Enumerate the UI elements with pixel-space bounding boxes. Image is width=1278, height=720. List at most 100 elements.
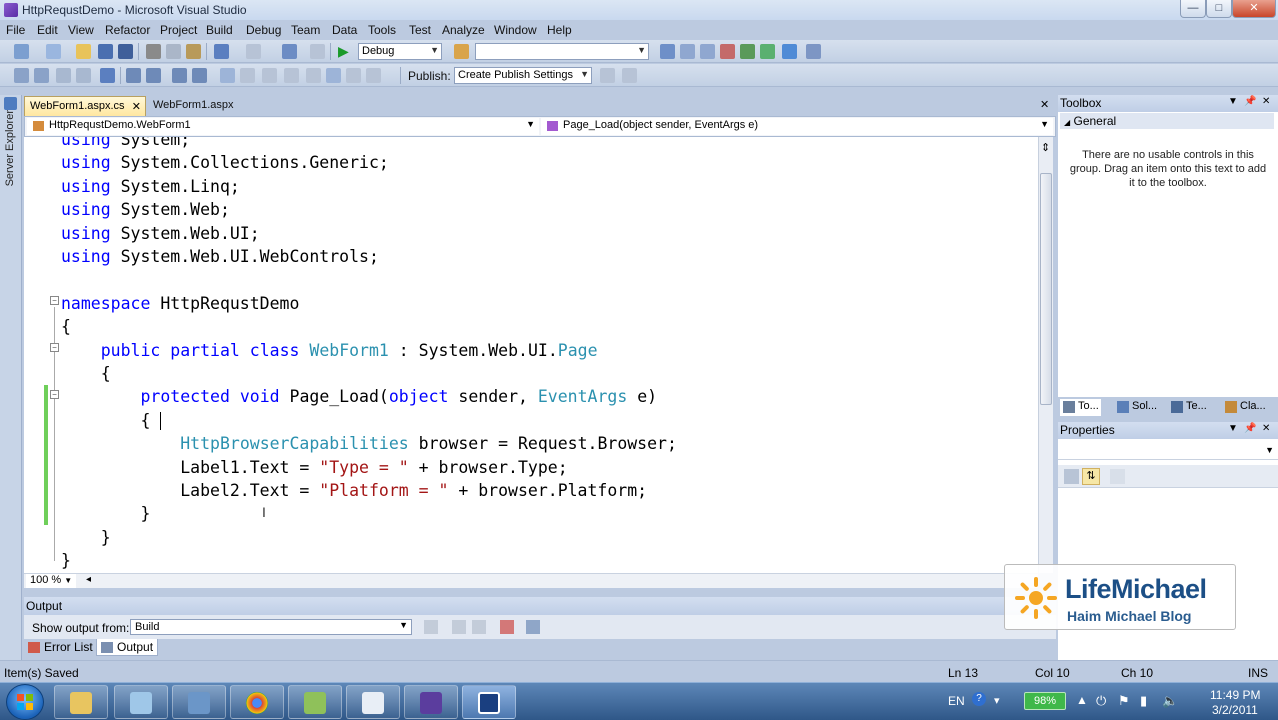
- taskbar-visual-studio[interactable]: [404, 685, 458, 719]
- pin-icon[interactable]: 📌: [1244, 96, 1256, 107]
- menu-build[interactable]: Build: [206, 23, 233, 37]
- tab-webform1-aspx[interactable]: WebForm1.aspx: [148, 96, 244, 116]
- start-button[interactable]: [6, 684, 44, 720]
- start-page-icon[interactable]: [760, 44, 775, 59]
- taskbar-project[interactable]: [288, 685, 342, 719]
- network-icon[interactable]: ▮: [1140, 693, 1147, 709]
- publish-web-icon[interactable]: [600, 68, 615, 83]
- server-explorer-icon[interactable]: [4, 97, 17, 110]
- taskbar-vs-active[interactable]: [462, 685, 516, 719]
- close-icon[interactable]: ✕: [1262, 423, 1270, 434]
- menu-view[interactable]: View: [68, 23, 94, 37]
- menu-window[interactable]: Window: [494, 23, 537, 37]
- clock-time[interactable]: 11:49 PM: [1210, 688, 1260, 702]
- extension-manager-icon[interactable]: [782, 44, 797, 59]
- scroll-left-icon[interactable]: ◂: [86, 574, 91, 585]
- power-icon[interactable]: ⏻: [1096, 693, 1106, 709]
- add-item-icon[interactable]: [46, 44, 61, 59]
- word-wrap-icon[interactable]: [526, 620, 540, 634]
- increase-indent-icon[interactable]: [146, 68, 161, 83]
- flag-icon[interactable]: ⚑: [1118, 693, 1130, 709]
- menu-help[interactable]: Help: [547, 23, 572, 37]
- menu-debug[interactable]: Debug: [246, 23, 281, 37]
- uncomment-lines-icon[interactable]: [192, 68, 207, 83]
- prev-bookmark-icon[interactable]: [240, 68, 255, 83]
- solution-explorer-icon[interactable]: [680, 44, 695, 59]
- show-hidden-icons-icon[interactable]: ▲: [1076, 693, 1088, 707]
- bookmark-icon[interactable]: [220, 68, 235, 83]
- split-icon[interactable]: ⇕: [1041, 141, 1050, 154]
- format-icon[interactable]: [14, 68, 29, 83]
- vertical-scrollbar[interactable]: ⇕: [1038, 137, 1053, 573]
- chevron-down-icon[interactable]: ▾: [994, 694, 1000, 707]
- tab-output[interactable]: Output: [96, 639, 159, 656]
- open-file-icon[interactable]: [76, 44, 91, 59]
- volume-icon[interactable]: 🔈: [1162, 693, 1178, 709]
- next-message-icon[interactable]: [472, 620, 486, 634]
- clear-bookmarks-icon[interactable]: [326, 68, 341, 83]
- properties-window-icon[interactable]: [700, 44, 715, 59]
- toolbox-group-general[interactable]: ◢ General: [1060, 113, 1274, 129]
- text-icon[interactable]: [76, 68, 91, 83]
- decrease-indent-icon[interactable]: [126, 68, 141, 83]
- window-position-icon[interactable]: ▼: [1228, 423, 1238, 434]
- minimize-button[interactable]: —: [1180, 0, 1206, 18]
- indent-icon[interactable]: [34, 68, 49, 83]
- member-dropdown[interactable]: Page_Load(object sender, EventArgs e) ▼: [541, 118, 1053, 135]
- menu-team[interactable]: Team: [291, 23, 320, 37]
- publish-settings-select[interactable]: Create Publish Settings ▼: [454, 67, 592, 84]
- find-message-icon[interactable]: [424, 620, 438, 634]
- server-explorer-tab[interactable]: Server Explorer: [1, 110, 20, 200]
- redo-icon[interactable]: [246, 44, 261, 59]
- taskbar-explorer[interactable]: [54, 685, 108, 719]
- taskbar-chrome[interactable]: [230, 685, 284, 719]
- solution-platform-icon[interactable]: [454, 44, 469, 59]
- navigate-forward-icon[interactable]: [310, 44, 325, 59]
- tab-class-view[interactable]: Cla...: [1222, 399, 1268, 416]
- menu-tools[interactable]: Tools: [368, 23, 396, 37]
- collapse-icon[interactable]: −: [50, 390, 59, 399]
- menu-project[interactable]: Project: [160, 23, 197, 37]
- close-document-icon[interactable]: ✕: [1040, 98, 1049, 111]
- output-source-select[interactable]: Build ▼: [130, 619, 412, 635]
- menu-refactor[interactable]: Refactor: [105, 23, 150, 37]
- collapse-icon[interactable]: −: [50, 296, 59, 305]
- navigate-backward-icon[interactable]: [282, 44, 297, 59]
- window-position-icon[interactable]: ▼: [1228, 96, 1238, 107]
- tab-toolbox[interactable]: To...: [1060, 399, 1101, 416]
- prev-message-icon[interactable]: [452, 620, 466, 634]
- tab-solution-explorer[interactable]: Sol...: [1114, 399, 1159, 416]
- taskbar-notepad[interactable]: [114, 685, 168, 719]
- close-button[interactable]: ✕: [1232, 0, 1276, 18]
- alphabetical-sort-icon[interactable]: ⇅: [1082, 468, 1100, 485]
- save-all-icon[interactable]: [118, 44, 133, 59]
- tab-team-explorer[interactable]: Te...: [1168, 399, 1209, 416]
- battery-indicator[interactable]: 98%: [1024, 692, 1066, 710]
- comment-icon[interactable]: [100, 68, 115, 83]
- menu-data[interactable]: Data: [332, 23, 357, 37]
- class-dropdown[interactable]: HttpRequstDemo.WebForm1 ▼: [27, 118, 539, 135]
- categorized-icon[interactable]: [1064, 469, 1079, 484]
- close-icon[interactable]: ✕: [1262, 96, 1270, 107]
- toolbox-icon[interactable]: [740, 44, 755, 59]
- start-debugging-icon[interactable]: ▶: [338, 44, 353, 59]
- property-pages-icon[interactable]: [1110, 469, 1125, 484]
- find-combo[interactable]: ▼: [475, 43, 649, 60]
- cancel-publish-icon[interactable]: [622, 68, 637, 83]
- bookmark-window-icon[interactable]: [346, 68, 361, 83]
- paste-icon[interactable]: [186, 44, 201, 59]
- input-language[interactable]: EN: [948, 694, 965, 708]
- object-select[interactable]: ▼: [1058, 442, 1278, 460]
- zoom-select[interactable]: 100 % ▼: [26, 574, 77, 588]
- command-window-icon[interactable]: [806, 44, 821, 59]
- next-bookmark-icon[interactable]: [262, 68, 277, 83]
- code-editor[interactable]: using System; using System.Collections.Ge…: [24, 137, 1038, 573]
- pointer-icon[interactable]: [56, 68, 71, 83]
- clock-date[interactable]: 3/2/2011: [1212, 703, 1258, 717]
- taskbar-remote-desktop[interactable]: [172, 685, 226, 719]
- tab-webform1-aspx-cs[interactable]: WebForm1.aspx.cs ✕: [24, 96, 146, 116]
- tab-error-list[interactable]: Error List: [24, 639, 97, 656]
- maximize-button[interactable]: □: [1206, 0, 1232, 18]
- taskbar-odf[interactable]: [346, 685, 400, 719]
- menu-test[interactable]: Test: [409, 23, 431, 37]
